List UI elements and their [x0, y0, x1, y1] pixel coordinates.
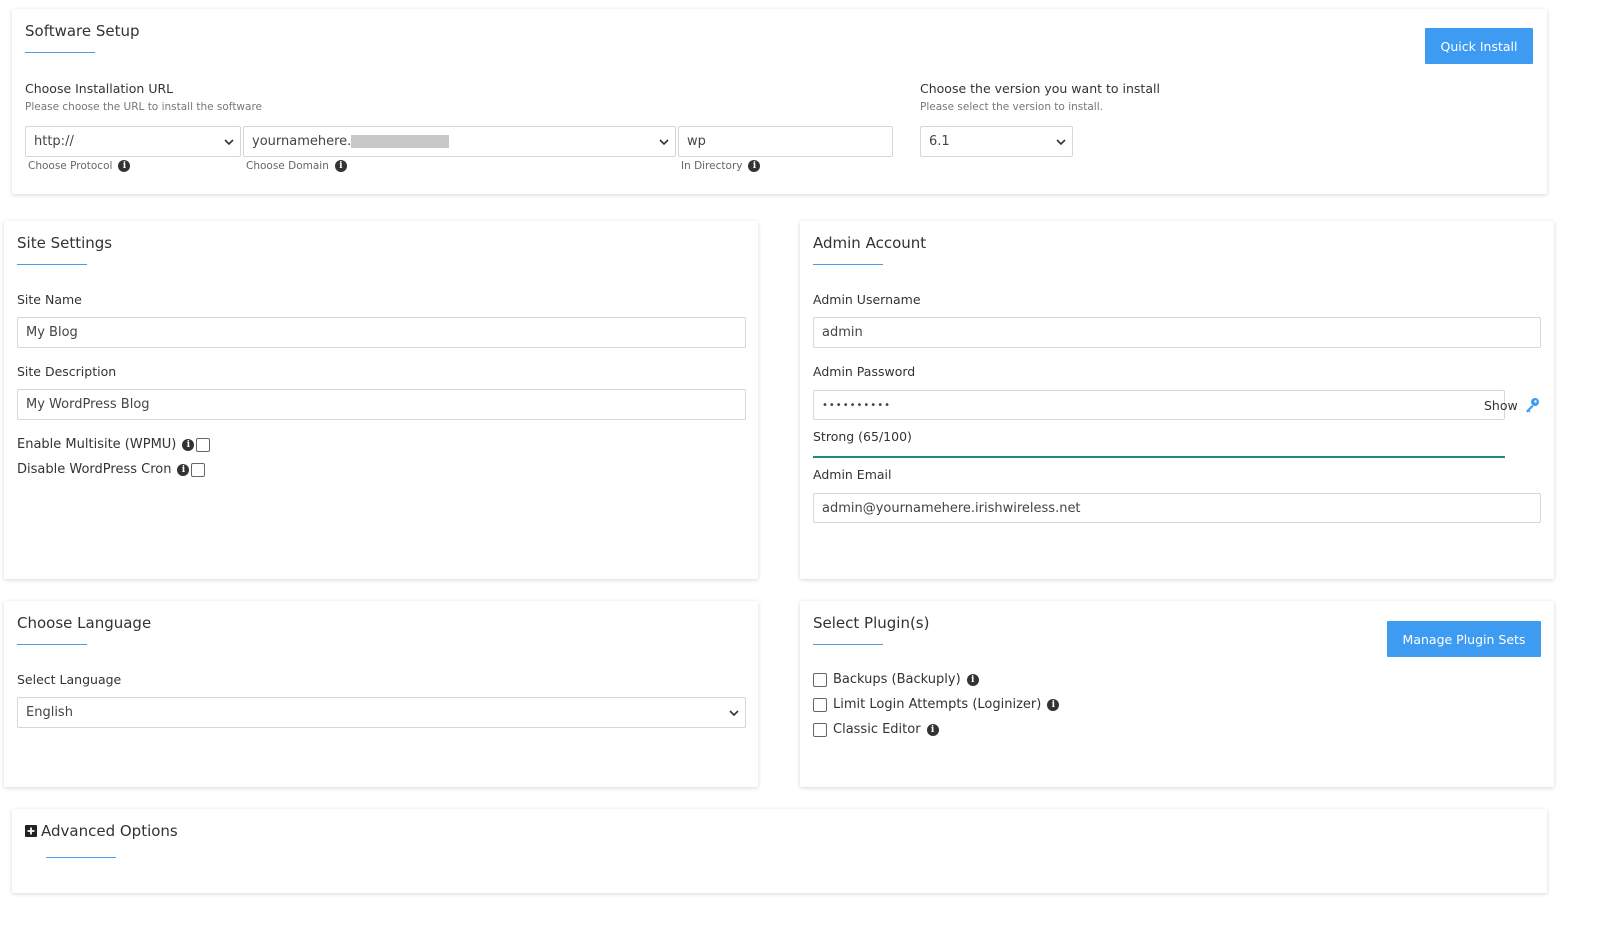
site-settings-title: Site Settings — [17, 234, 113, 252]
manage-plugin-sets-button[interactable]: Manage Plugin Sets — [1387, 621, 1541, 657]
language-panel: Choose Language Select Language English — [4, 601, 758, 787]
domain-select[interactable]: yournamehere. — [243, 126, 676, 157]
admin-email-label: Admin Email — [813, 467, 892, 482]
info-icon[interactable]: i — [966, 673, 979, 686]
redacted-block — [351, 135, 450, 148]
plus-square-icon — [25, 825, 37, 837]
info-icon[interactable]: i — [118, 160, 131, 172]
domain-hint: Choose Domain i — [246, 160, 347, 172]
title-underline — [17, 644, 87, 645]
advanced-options-panel: Advanced Options — [12, 809, 1547, 893]
info-icon[interactable]: i — [182, 438, 195, 451]
protocol-select[interactable]: http:// — [25, 126, 241, 157]
software-setup-title: Software Setup — [25, 22, 140, 40]
plugin-checkbox[interactable] — [813, 697, 827, 712]
admin-account-title: Admin Account — [813, 234, 927, 252]
plugins-panel: Select Plugin(s) Manage Plugin Sets Back… — [800, 601, 1554, 787]
advanced-options-toggle[interactable]: Advanced Options — [25, 822, 178, 840]
plugin-item-classic-editor: Classic Editor i — [813, 722, 939, 737]
plugin-label: Backups (Backuply) — [833, 672, 961, 687]
site-description-label: Site Description — [17, 364, 117, 379]
language-title: Choose Language — [17, 614, 152, 632]
installation-url-heading: Choose Installation URL — [25, 81, 174, 96]
key-icon[interactable] — [1524, 397, 1540, 413]
site-name-label: Site Name — [17, 292, 82, 307]
plugin-label: Limit Login Attempts (Loginizer) — [833, 697, 1042, 712]
info-icon[interactable]: i — [334, 160, 347, 172]
multisite-checkbox[interactable] — [196, 437, 211, 452]
title-underline — [46, 857, 116, 858]
version-heading: Choose the version you want to install — [920, 81, 1160, 96]
chevron-down-icon — [224, 138, 234, 145]
admin-email-input[interactable]: admin@yournamehere.irishwireless.net — [813, 493, 1541, 523]
title-underline — [17, 264, 87, 265]
info-icon[interactable]: i — [1047, 698, 1060, 711]
select-language-label: Select Language — [17, 672, 122, 687]
title-underline — [25, 52, 95, 53]
plugin-label: Classic Editor — [833, 722, 921, 737]
admin-password-label: Admin Password — [813, 364, 916, 379]
directory-value: wp — [687, 134, 706, 149]
directory-input[interactable]: wp — [678, 126, 893, 157]
software-setup-panel: Software Setup Quick Install Choose Inst… — [12, 9, 1547, 194]
admin-account-panel: Admin Account Admin Username admin Admin… — [800, 221, 1554, 579]
language-value: English — [26, 705, 73, 720]
cron-checkbox[interactable] — [191, 462, 206, 477]
show-password-toggle[interactable]: Show — [1484, 398, 1518, 413]
quick-install-button[interactable]: Quick Install — [1425, 28, 1533, 64]
site-description-input[interactable]: My WordPress Blog — [17, 389, 746, 420]
protocol-value: http:// — [34, 134, 74, 149]
version-subheading: Please select the version to install. — [920, 101, 1103, 113]
info-icon[interactable]: i — [926, 723, 939, 736]
protocol-hint: Choose Protocol i — [28, 160, 131, 172]
version-select[interactable]: 6.1 — [920, 126, 1073, 157]
chevron-down-icon — [729, 709, 739, 716]
site-settings-panel: Site Settings Site Name My Blog Site Des… — [4, 221, 758, 579]
title-underline — [813, 644, 883, 645]
chevron-down-icon — [659, 138, 669, 145]
site-name-input[interactable]: My Blog — [17, 317, 746, 348]
multisite-row: Enable Multisite (WPMU) i — [17, 437, 211, 452]
advanced-options-title: Advanced Options — [41, 822, 178, 840]
plugin-checkbox[interactable] — [813, 722, 827, 737]
chevron-down-icon — [1056, 138, 1066, 145]
admin-username-label: Admin Username — [813, 292, 921, 307]
installation-url-subheading: Please choose the URL to install the sof… — [25, 101, 262, 113]
language-select[interactable]: English — [17, 697, 746, 728]
plugin-item-backuply: Backups (Backuply) i — [813, 672, 979, 687]
admin-username-input[interactable]: admin — [813, 317, 1541, 348]
plugin-checkbox[interactable] — [813, 672, 827, 687]
password-strength-text: Strong (65/100) — [813, 429, 912, 444]
domain-value: yournamehere. — [252, 134, 352, 149]
version-value: 6.1 — [929, 134, 950, 149]
cron-label: Disable WordPress Cron — [17, 462, 172, 477]
title-underline — [813, 264, 883, 265]
info-icon[interactable]: i — [748, 160, 761, 172]
admin-password-input[interactable]: •••••••••• — [813, 390, 1505, 420]
password-strength-bar — [813, 456, 1505, 458]
cron-row: Disable WordPress Cron i — [17, 462, 206, 477]
info-icon[interactable]: i — [177, 463, 190, 476]
plugins-title: Select Plugin(s) — [813, 614, 930, 632]
plugin-item-loginizer: Limit Login Attempts (Loginizer) i — [813, 697, 1060, 712]
multisite-label: Enable Multisite (WPMU) — [17, 437, 177, 452]
directory-hint: In Directory i — [681, 160, 761, 172]
